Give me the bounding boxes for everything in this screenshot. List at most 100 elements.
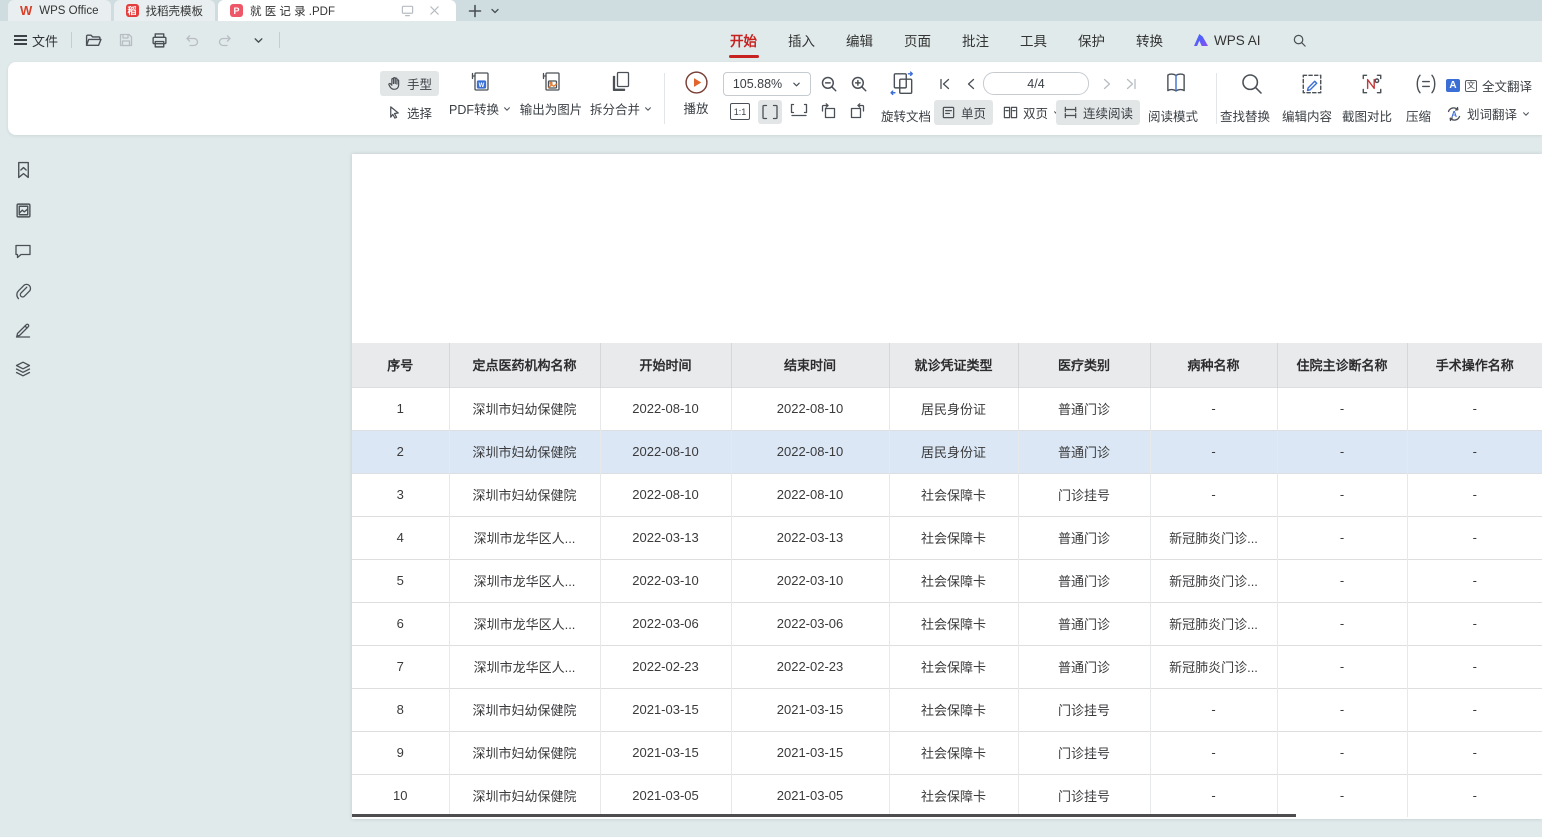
- find-replace-icon[interactable]: [1240, 72, 1264, 96]
- cell-credential: 社会保障卡: [889, 645, 1018, 688]
- tab-list-chevron-icon[interactable]: [485, 0, 505, 21]
- quickbar-chevron-icon[interactable]: [246, 28, 270, 52]
- single-page-button[interactable]: 单页: [934, 100, 993, 125]
- cell-credential: 社会保障卡: [889, 473, 1018, 516]
- find-replace-button[interactable]: 查找替换: [1220, 106, 1270, 125]
- hand-tool-button[interactable]: 手型: [380, 71, 439, 96]
- undo-icon[interactable]: [180, 28, 204, 52]
- cell-disease: -: [1150, 430, 1277, 473]
- open-file-icon[interactable]: [81, 28, 105, 52]
- medical-records-table: 序号定点医药机构名称开始时间结束时间就诊凭证类型医疗类别病种名称住院主诊断名称手…: [352, 343, 1542, 817]
- tab-docer-templates[interactable]: 稻 找稻壳模板: [114, 0, 216, 21]
- file-menu-button[interactable]: 文件: [10, 28, 62, 53]
- comment-panel-icon[interactable]: [13, 241, 33, 261]
- fulltext-translate-button[interactable]: A 文 全文翻译: [1446, 76, 1532, 95]
- cell-start-date: 2022-08-10: [600, 473, 731, 516]
- hamburger-icon: [14, 33, 27, 48]
- fit-page-button[interactable]: [790, 103, 808, 117]
- table-row: 6 深圳市龙华区人... 2022-03-06 2022-03-06 社会保障卡…: [352, 602, 1542, 645]
- bookmark-panel-icon[interactable]: [13, 160, 33, 180]
- save-icon[interactable]: [114, 28, 138, 52]
- menu-tab-page[interactable]: 页面: [902, 24, 933, 56]
- table-header-cell: 手术操作名称: [1407, 343, 1542, 387]
- zoom-level-select[interactable]: 105.88%: [723, 72, 811, 96]
- cell-disease: -: [1150, 387, 1277, 430]
- compress-icon[interactable]: [1414, 72, 1438, 96]
- table-header-cell: 住院主诊断名称: [1277, 343, 1407, 387]
- cell-diagnosis: -: [1277, 516, 1407, 559]
- previous-page-button[interactable]: [960, 73, 982, 95]
- cell-operation: -: [1407, 387, 1542, 430]
- share-screen-icon[interactable]: [397, 0, 417, 21]
- pdf-icon: P: [230, 4, 243, 17]
- cell-start-date: 2022-03-06: [600, 602, 731, 645]
- tab-wps-office[interactable]: W WPS Office: [8, 0, 111, 21]
- file-menu-label: 文件: [32, 31, 58, 50]
- signature-panel-icon[interactable]: [13, 320, 33, 340]
- table-row: 8 深圳市妇幼保健院 2021-03-15 2021-03-15 社会保障卡 门…: [352, 688, 1542, 731]
- chevron-down-icon: [644, 105, 652, 113]
- read-mode-icon[interactable]: [1163, 70, 1189, 96]
- continuous-read-label: 连续阅读: [1083, 103, 1133, 122]
- table-row: 9 深圳市妇幼保健院 2021-03-15 2021-03-15 社会保障卡 门…: [352, 731, 1542, 774]
- play-button[interactable]: 播放: [671, 70, 721, 117]
- rotate-left-button[interactable]: [819, 102, 837, 120]
- split-merge-button[interactable]: 拆分合并: [581, 70, 661, 118]
- cell-seq: 2: [352, 430, 449, 473]
- menu-tab-protect[interactable]: 保护: [1076, 24, 1107, 56]
- menu-tab-convert[interactable]: 转换: [1134, 24, 1165, 56]
- page-indicator-input[interactable]: 4/4: [983, 72, 1089, 95]
- table-header-cell: 结束时间: [731, 343, 889, 387]
- first-page-button[interactable]: [934, 73, 956, 95]
- cell-org: 深圳市妇幼保健院: [449, 774, 600, 817]
- table-row: 5 深圳市龙华区人... 2022-03-10 2022-03-10 社会保障卡…: [352, 559, 1542, 602]
- compress-button[interactable]: 压缩: [1406, 106, 1431, 125]
- edit-content-button[interactable]: 编辑内容: [1282, 106, 1332, 125]
- menu-tab-tools[interactable]: 工具: [1018, 24, 1049, 56]
- menu-tab-home[interactable]: 开始: [728, 24, 759, 56]
- close-tab-icon[interactable]: [424, 0, 444, 21]
- redo-icon[interactable]: [213, 28, 237, 52]
- menu-tab-wps-ai[interactable]: WPS AI: [1192, 27, 1263, 54]
- menu-tab-edit[interactable]: 编辑: [844, 24, 875, 56]
- menu-search-icon[interactable]: [1290, 27, 1309, 54]
- zoom-in-button[interactable]: [850, 75, 868, 93]
- table-header-row: 序号定点医药机构名称开始时间结束时间就诊凭证类型医疗类别病种名称住院主诊断名称手…: [352, 343, 1542, 387]
- select-tool-button[interactable]: 选择: [380, 100, 439, 125]
- screenshot-compare-button[interactable]: 截图对比: [1342, 106, 1392, 125]
- cell-diagnosis: -: [1277, 688, 1407, 731]
- rotate-doc-icon[interactable]: [890, 70, 916, 96]
- thumbnail-panel-icon[interactable]: [13, 200, 33, 220]
- next-page-button[interactable]: [1096, 73, 1118, 95]
- continuous-read-button[interactable]: 连续阅读: [1056, 100, 1140, 125]
- cell-operation: -: [1407, 688, 1542, 731]
- cell-org: 深圳市妇幼保健院: [449, 688, 600, 731]
- cell-org: 深圳市龙华区人...: [449, 602, 600, 645]
- word-translate-button[interactable]: A 划词翻译: [1446, 104, 1530, 123]
- rotate-doc-button[interactable]: 旋转文档: [881, 106, 931, 125]
- zoom-out-button[interactable]: [820, 75, 838, 93]
- new-tab-icon[interactable]: [465, 0, 485, 21]
- last-page-button[interactable]: [1120, 73, 1142, 95]
- cell-diagnosis: -: [1277, 774, 1407, 817]
- attachment-panel-icon[interactable]: [13, 281, 33, 301]
- cell-end-date: 2022-08-10: [731, 430, 889, 473]
- table-bottom-rule: [352, 814, 1296, 817]
- actual-size-button[interactable]: 1:1: [730, 103, 750, 120]
- double-page-icon: [1003, 105, 1018, 120]
- pdf-convert-button[interactable]: W PDF转换: [440, 70, 520, 118]
- export-image-button[interactable]: 输出为图片: [511, 70, 591, 118]
- edit-content-icon[interactable]: [1300, 72, 1324, 96]
- cell-care-type: 门诊挂号: [1018, 774, 1150, 817]
- read-mode-button[interactable]: 阅读模式: [1148, 106, 1198, 125]
- tab-document-pdf[interactable]: P 就 医 记 录 .PDF: [218, 0, 456, 21]
- fit-width-button[interactable]: [758, 100, 782, 124]
- pdf-convert-icon: W: [468, 70, 492, 96]
- print-icon[interactable]: [147, 28, 171, 52]
- layers-panel-icon[interactable]: [13, 359, 33, 379]
- rotate-right-button[interactable]: [849, 102, 867, 120]
- screenshot-compare-icon[interactable]: [1360, 72, 1384, 96]
- menu-tab-annotate[interactable]: 批注: [960, 24, 991, 56]
- cell-care-type: 普通门诊: [1018, 430, 1150, 473]
- menu-tab-insert[interactable]: 插入: [786, 24, 817, 56]
